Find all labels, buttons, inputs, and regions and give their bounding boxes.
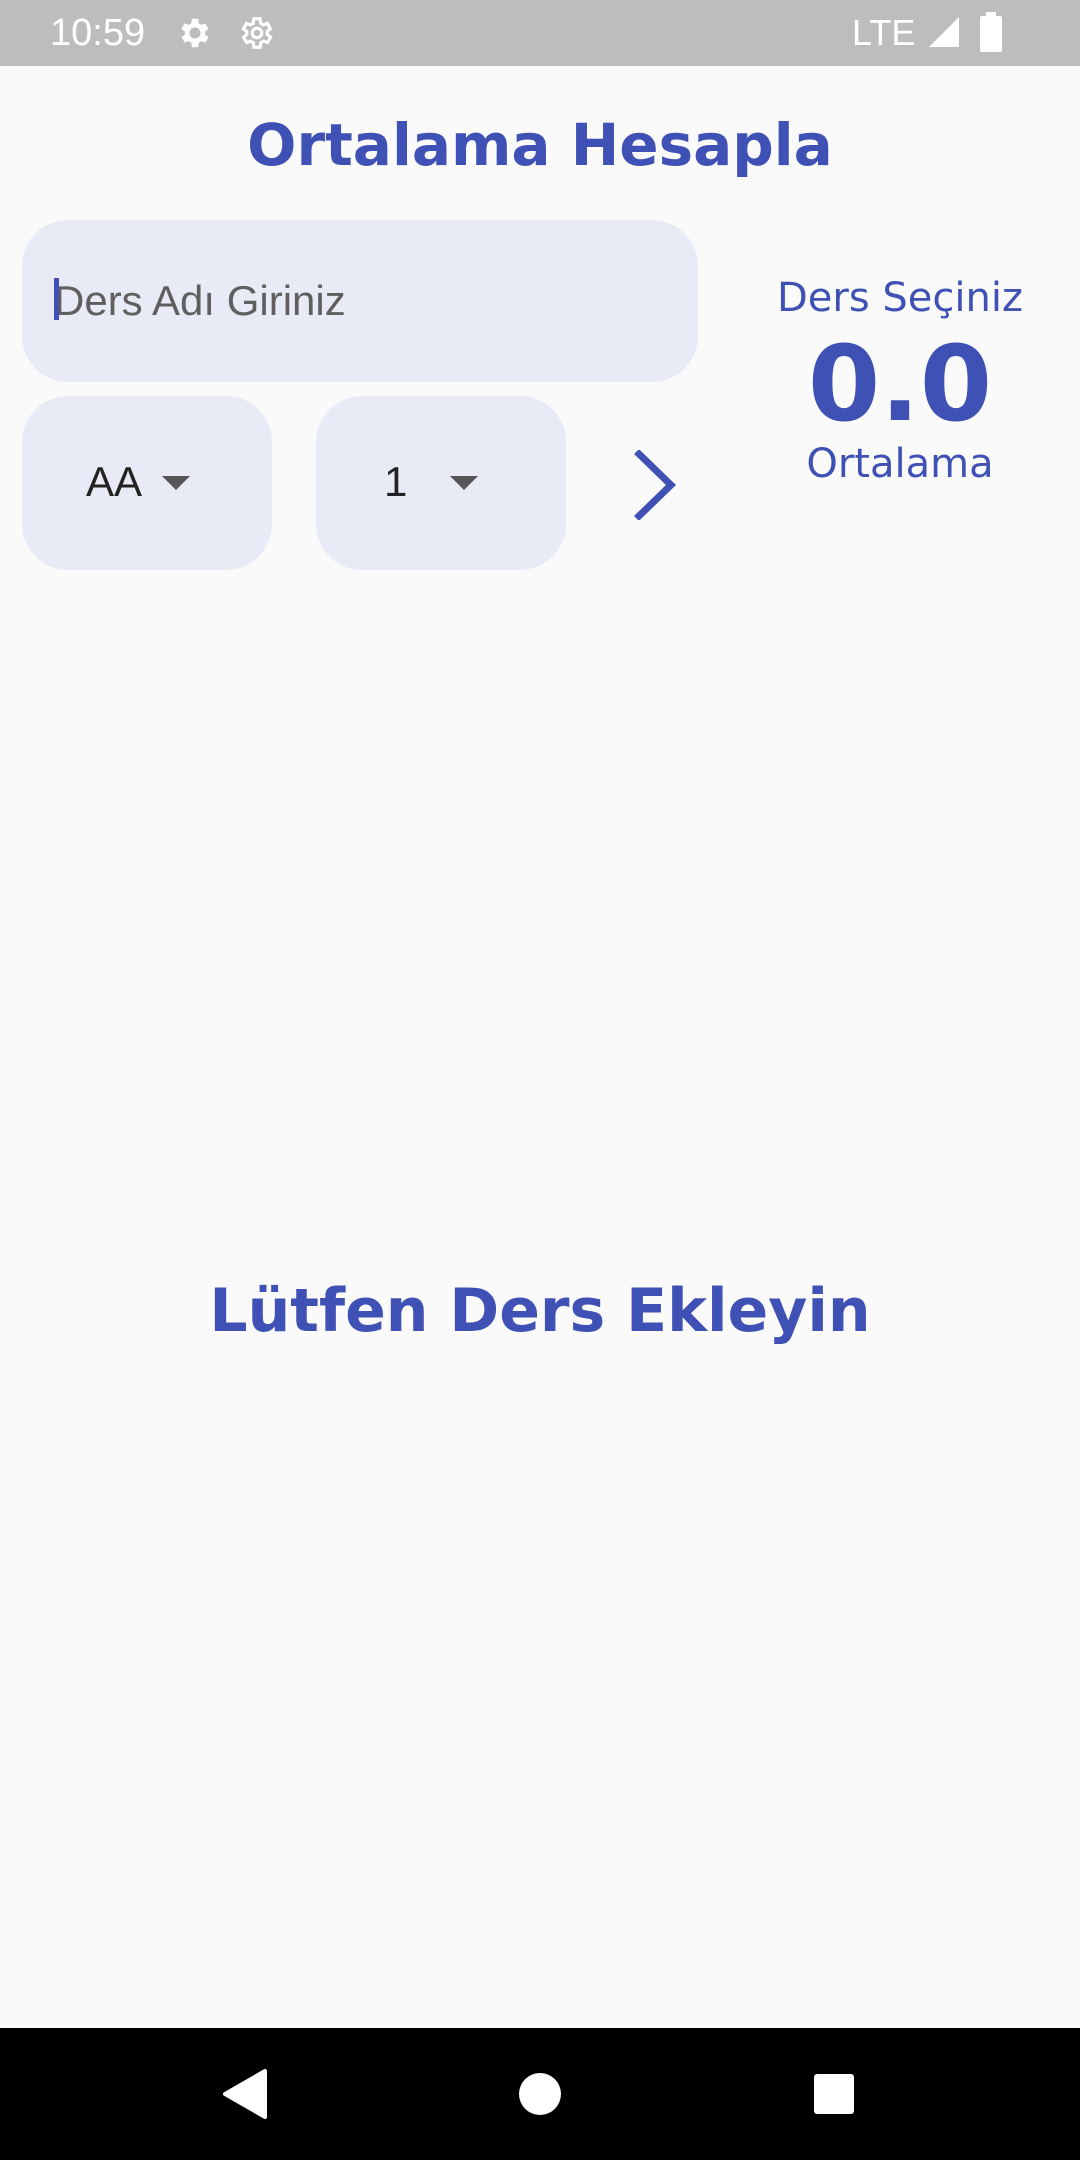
status-bar: 10:59 LTE [0,0,1080,66]
home-icon [519,2073,561,2115]
add-course-button[interactable] [620,440,690,530]
home-button[interactable] [500,2054,580,2134]
chevron-right-icon [634,450,677,520]
chevron-down-icon [450,476,478,490]
navigation-bar [0,2028,1080,2160]
network-type: LTE [852,12,916,53]
settings-gear-outline-icon [241,17,273,49]
page-title: Ortalama Hesapla [247,111,833,179]
battery-icon [980,12,1002,52]
status-time: 10:59 [50,12,146,54]
grade-dropdown[interactable]: AA [22,396,272,570]
average-label-top: Ders Seçiniz [777,275,1023,321]
back-icon [223,2069,267,2119]
empty-list-message: Lütfen Ders Ekleyin [209,1276,871,1346]
recents-icon [814,2074,854,2114]
chevron-down-icon [162,476,190,490]
course-name-field[interactable] [22,220,698,382]
recents-button[interactable] [794,2054,874,2134]
settings-gear-icon [181,18,209,48]
average-label-bottom: Ortalama [806,441,994,487]
cell-signal-icon [929,17,959,47]
average-panel: Ders Seçiniz 0.0 Ortalama [740,270,1060,492]
credit-selected-value: 1 [384,458,408,505]
course-name-input[interactable] [54,220,664,382]
average-value: 0.0 [807,323,993,445]
text-cursor [54,278,59,320]
screen: 10:59 LTE Ortalama Hesapla AA 1 [0,0,1080,2160]
credit-dropdown[interactable]: 1 [316,396,566,570]
grade-selected-value: AA [86,458,143,505]
back-button[interactable] [204,2054,284,2134]
